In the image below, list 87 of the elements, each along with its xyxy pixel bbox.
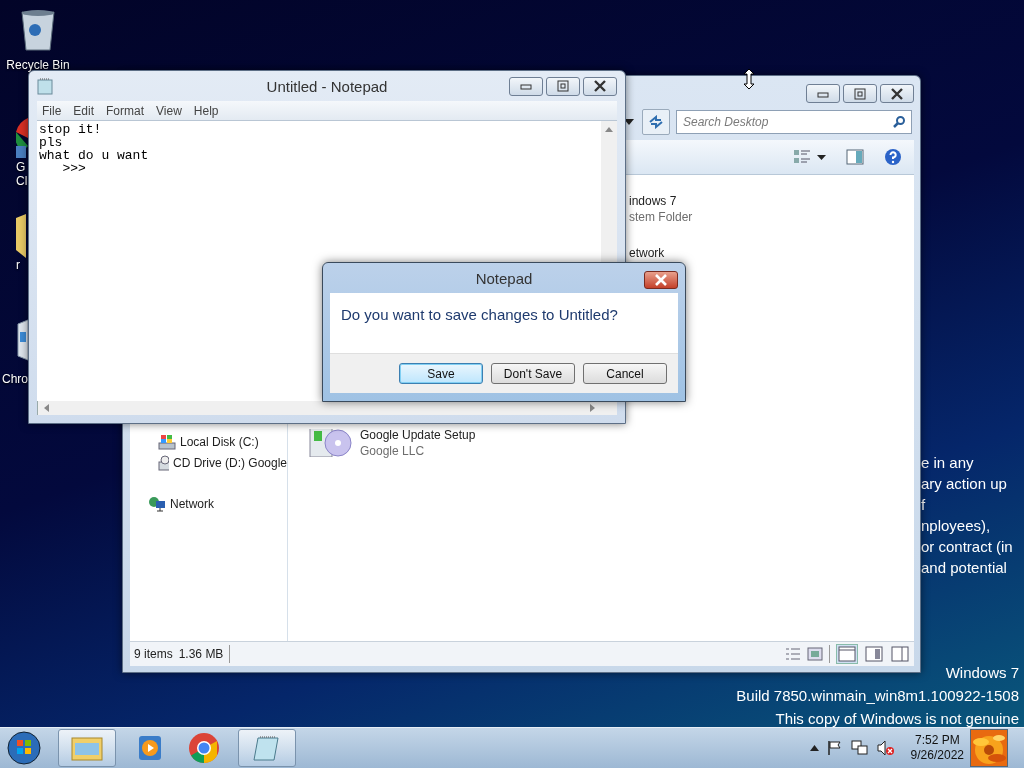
taskbar-button[interactable] (238, 729, 296, 767)
scroll-right-icon[interactable] (590, 404, 595, 412)
build-info-text: Build 7850.winmain_win8m1.100922-1508 (736, 686, 1019, 706)
scroll-left-icon[interactable] (44, 404, 49, 412)
close-icon (890, 87, 904, 100)
clock-time[interactable]: 7:52 PM (914, 733, 960, 748)
icon-label[interactable]: r (16, 258, 20, 272)
menu-item[interactable]: Help (193, 103, 219, 118)
background-text-line: f (921, 495, 927, 515)
drive-icon[interactable] (158, 434, 176, 450)
folder-icon (70, 734, 104, 762)
close-button[interactable] (583, 76, 617, 96)
search-field[interactable]: Search Desktop (676, 110, 912, 134)
background-text-line: and potential (921, 558, 1008, 578)
icon-label[interactable]: Chro (2, 372, 28, 386)
background-text-line: nployees), (921, 516, 992, 536)
dropdown-arrow-icon[interactable] (624, 119, 634, 125)
menu-item[interactable]: View (156, 103, 182, 118)
file-name[interactable]: indows 7 (629, 193, 693, 209)
thumbnail-view-icon[interactable] (807, 647, 823, 661)
network-icon[interactable] (850, 740, 869, 756)
nav-item[interactable]: Local Disk (C:) (180, 435, 259, 449)
recycle-bin-icon[interactable] (18, 8, 58, 52)
installer-box-icon[interactable] (16, 318, 28, 362)
notepad-icon (37, 77, 53, 95)
file-name[interactable]: Google Update Setup (360, 427, 476, 443)
file-type: Google LLC (360, 443, 426, 459)
layout-pane-icon[interactable] (836, 644, 858, 664)
chrome-icon[interactable] (16, 116, 28, 160)
file-type: stem Folder (629, 209, 693, 225)
menu-item[interactable]: File (42, 103, 62, 118)
window-title: Untitled - Notepad (266, 77, 388, 95)
build-info-text: This copy of Windows is not genuine (775, 709, 1019, 729)
maximize-button[interactable] (843, 84, 877, 103)
minimize-button[interactable] (806, 84, 840, 103)
dialog-button[interactable]: Don't Save (491, 363, 575, 384)
horizontal-scrollbar[interactable] (37, 401, 617, 415)
search-icon[interactable] (892, 115, 906, 129)
nav-item[interactable]: Network (170, 497, 214, 511)
preview-pane-icon[interactable] (846, 149, 864, 165)
background-text-line: e in any (921, 453, 975, 473)
background-text-line: ary action up (921, 474, 1008, 494)
status-text: 1.36 MB (178, 647, 224, 661)
folder-icon[interactable] (16, 214, 26, 258)
layout-pane-icon[interactable] (890, 645, 910, 663)
view-options-icon[interactable] (793, 148, 811, 166)
taskbar-button[interactable] (58, 729, 116, 767)
build-info-text: Windows 7 (945, 663, 1019, 683)
notepad-icon (252, 733, 282, 763)
icon-label[interactable]: Cl (16, 174, 28, 188)
dialog-button[interactable]: Cancel (583, 363, 667, 384)
file-name[interactable]: etwork (629, 245, 665, 261)
close-button[interactable] (880, 84, 914, 103)
nav-item[interactable]: CD Drive (D:) Google (172, 456, 287, 470)
minimize-icon (519, 82, 533, 90)
refresh-icon (648, 115, 664, 129)
dropdown-arrow-icon[interactable] (817, 154, 826, 160)
close-icon (593, 80, 607, 92)
close-icon (654, 274, 668, 286)
icon-label[interactable]: G (16, 160, 26, 174)
refresh-button[interactable] (642, 109, 670, 135)
show-hidden-icons-icon[interactable] (809, 745, 819, 751)
menu-item[interactable]: Format (106, 103, 145, 118)
help-icon[interactable] (884, 148, 902, 166)
status-text: 9 items (134, 647, 173, 661)
speaker-muted-icon[interactable] (876, 740, 895, 756)
layout-pane-icon[interactable] (864, 645, 884, 663)
maximize-button[interactable] (546, 76, 580, 96)
maximize-icon (556, 80, 570, 92)
start-button[interactable] (6, 730, 42, 766)
installer-disc-icon[interactable] (308, 429, 354, 457)
background-text-line: or contract (in (921, 537, 1013, 557)
maximize-icon (853, 87, 867, 100)
dialog-title: Notepad (475, 269, 533, 287)
icon-label[interactable]: Recycle Bin (6, 58, 70, 72)
scroll-up-icon[interactable] (605, 127, 613, 132)
flag-icon[interactable] (826, 740, 843, 756)
clock-date[interactable]: 9/26/2022 (910, 748, 964, 763)
resize-cursor-icon (743, 68, 755, 90)
minimize-button[interactable] (509, 76, 543, 96)
chrome-icon (188, 732, 220, 764)
minimize-icon (816, 89, 830, 98)
close-button[interactable] (644, 271, 678, 289)
menu-item[interactable]: Edit (73, 103, 95, 118)
cd-drive-icon[interactable] (158, 455, 169, 471)
dialog-button[interactable]: Save (399, 363, 483, 384)
network-icon[interactable] (148, 496, 166, 512)
